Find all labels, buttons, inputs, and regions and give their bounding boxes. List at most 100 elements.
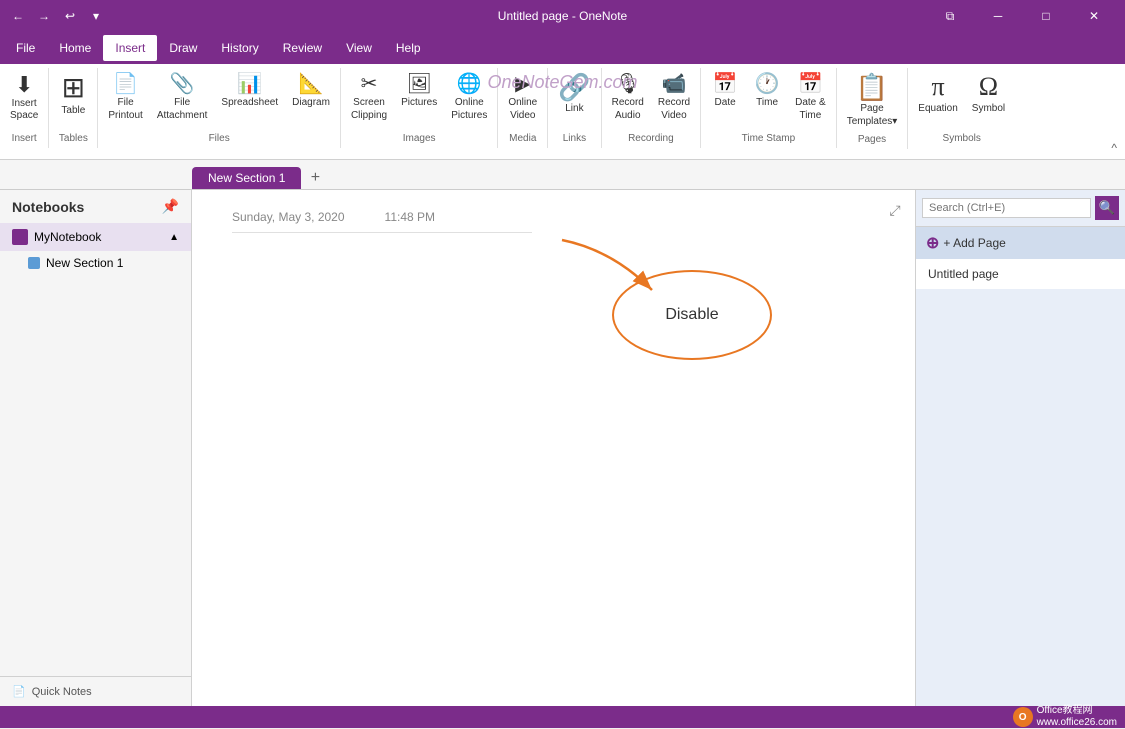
record-video-icon: 📹 xyxy=(662,74,687,94)
ribbon-groups: ⬇ InsertSpace Insert ⊞ Table Tables 📄 xyxy=(0,68,1125,159)
add-page-button[interactable]: ⊕ + Add Page xyxy=(916,227,1125,259)
undo-button[interactable]: ↩ xyxy=(60,6,80,26)
menu-insert[interactable]: Insert xyxy=(103,35,157,61)
office-domain: www.office26.com xyxy=(1037,717,1117,729)
ribbon-group-links: 🔗 Link Links xyxy=(548,68,601,148)
section-item-new-section-1[interactable]: New Section 1 xyxy=(0,251,191,275)
online-pictures-icon: 🌐 xyxy=(457,74,482,94)
screen-clipping-button[interactable]: ✂ ScreenClipping xyxy=(345,70,393,126)
insert-space-label: InsertSpace xyxy=(10,98,38,122)
menu-view[interactable]: View xyxy=(334,35,384,61)
expand-button[interactable]: ⤢ xyxy=(883,198,907,222)
recording-buttons: 🎙 RecordAudio 📹 RecordVideo xyxy=(606,70,697,131)
add-page-label: + Add Page xyxy=(943,236,1005,250)
time-button[interactable]: 🕐 Time xyxy=(747,70,787,113)
time-icon: 🕐 xyxy=(755,74,780,94)
quick-notes-label: Quick Notes xyxy=(32,686,92,698)
link-label: Link xyxy=(565,102,583,115)
link-button[interactable]: 🔗 Link xyxy=(552,70,596,119)
add-page-plus-icon: ⊕ xyxy=(926,233,939,253)
sidebar-header: Notebooks 📌 xyxy=(0,190,191,223)
record-audio-icon: 🎙 xyxy=(615,74,640,94)
pictures-icon: 🖼 xyxy=(406,74,431,94)
window-controls: ⧉ ─ □ ✕ xyxy=(927,0,1117,32)
record-audio-button[interactable]: 🎙 RecordAudio xyxy=(606,70,650,126)
ribbon-collapse-button[interactable]: ^ xyxy=(1111,141,1117,155)
page-templates-button[interactable]: 📋 PageTemplates▾ xyxy=(841,70,904,132)
online-video-icon: ▶ xyxy=(515,74,530,94)
menu-draw[interactable]: Draw xyxy=(157,35,209,61)
quick-access-dropdown[interactable]: ▾ xyxy=(86,6,106,26)
date-icon: 📅 xyxy=(713,74,738,94)
restore-button[interactable]: □ xyxy=(1023,0,1069,32)
media-buttons: ▶ OnlineVideo xyxy=(502,70,543,131)
pin-icon[interactable]: 📌 xyxy=(162,198,179,215)
table-icon: ⊞ xyxy=(62,74,85,102)
minimize-button[interactable]: ─ xyxy=(975,0,1021,32)
links-buttons: 🔗 Link xyxy=(552,70,596,131)
page-templates-label: PageTemplates▾ xyxy=(847,102,898,128)
notebooks-title: Notebooks xyxy=(12,199,84,215)
diagram-button[interactable]: 📐 Diagram xyxy=(286,70,336,113)
quick-notes-item[interactable]: 📄 Quick Notes xyxy=(0,676,191,706)
links-group-label: Links xyxy=(559,131,590,146)
file-attachment-button[interactable]: 📎 FileAttachment xyxy=(151,70,214,126)
menu-help[interactable]: Help xyxy=(384,35,433,61)
quick-notes-icon: 📄 xyxy=(12,685,26,698)
record-video-button[interactable]: 📹 RecordVideo xyxy=(652,70,696,126)
diagram-label: Diagram xyxy=(292,96,330,109)
page-date: Sunday, May 3, 2020 xyxy=(232,210,345,224)
section-icon xyxy=(28,257,40,269)
menu-bar: File Home Insert Draw History Review Vie… xyxy=(0,32,1125,64)
ribbon-group-tables: ⊞ Table Tables xyxy=(49,68,98,148)
symbol-button[interactable]: Ω Symbol xyxy=(966,70,1011,119)
ribbon-group-insert: ⬇ InsertSpace Insert xyxy=(0,68,49,148)
equation-label: Equation xyxy=(918,102,957,115)
table-label: Table xyxy=(61,104,85,117)
page-time: 11:48 PM xyxy=(385,210,435,224)
restore-app-button[interactable]: ⧉ xyxy=(927,0,973,32)
ribbon-group-media: ▶ OnlineVideo Media xyxy=(498,68,548,148)
pictures-button[interactable]: 🖼 Pictures xyxy=(395,70,443,113)
menu-review[interactable]: Review xyxy=(271,35,334,61)
menu-file[interactable]: File xyxy=(4,35,47,61)
section-name: New Section 1 xyxy=(46,256,123,270)
insert-space-button[interactable]: ⬇ InsertSpace xyxy=(4,70,44,126)
page-item-untitled[interactable]: Untitled page xyxy=(916,259,1125,290)
my-notebook-item[interactable]: MyNotebook ▲ xyxy=(0,223,191,251)
menu-home[interactable]: Home xyxy=(47,35,103,61)
notebook-collapse-icon: ▲ xyxy=(169,232,179,243)
online-pictures-label: OnlinePictures xyxy=(451,96,487,122)
table-button[interactable]: ⊞ Table xyxy=(53,70,93,121)
screen-clipping-icon: ✂ xyxy=(361,74,378,94)
file-printout-button[interactable]: 📄 FilePrintout xyxy=(102,70,148,126)
search-input[interactable] xyxy=(922,198,1091,218)
forward-button[interactable]: → xyxy=(34,6,54,26)
search-button[interactable]: 🔍 xyxy=(1095,196,1119,220)
ribbon-group-timestamp: 📅 Date 🕐 Time 📅 Date &Time Time Stamp xyxy=(701,68,837,148)
equation-icon: π xyxy=(931,74,944,100)
images-buttons: ✂ ScreenClipping 🖼 Pictures 🌐 OnlinePict… xyxy=(345,70,493,131)
menu-history[interactable]: History xyxy=(209,35,270,61)
date-time-button[interactable]: 📅 Date &Time xyxy=(789,70,832,126)
spreadsheet-button[interactable]: 📊 Spreadsheet xyxy=(215,70,284,113)
record-video-label: RecordVideo xyxy=(658,96,690,122)
equation-button[interactable]: π Equation xyxy=(912,70,963,119)
screen-clipping-label: ScreenClipping xyxy=(351,96,387,122)
ribbon-group-files: 📄 FilePrintout 📎 FileAttachment 📊 Spread… xyxy=(98,68,341,148)
sections-bar: New Section 1 + xyxy=(0,160,1125,190)
pictures-label: Pictures xyxy=(401,96,437,109)
online-video-label: OnlineVideo xyxy=(508,96,537,122)
spreadsheet-label: Spreadsheet xyxy=(221,96,278,109)
add-section-button[interactable]: + xyxy=(303,167,327,189)
files-group-label: Files xyxy=(205,131,234,146)
online-video-button[interactable]: ▶ OnlineVideo xyxy=(502,70,543,126)
online-pictures-button[interactable]: 🌐 OnlinePictures xyxy=(445,70,493,126)
ribbon-group-recording: 🎙 RecordAudio 📹 RecordVideo Recording xyxy=(602,68,702,148)
date-button[interactable]: 📅 Date xyxy=(705,70,745,113)
section-tab-new-section-1[interactable]: New Section 1 xyxy=(192,167,301,189)
close-button[interactable]: ✕ xyxy=(1071,0,1117,32)
page-templates-icon: 📋 xyxy=(856,74,888,100)
pages-group-label: Pages xyxy=(854,132,890,147)
back-button[interactable]: ← xyxy=(8,6,28,26)
